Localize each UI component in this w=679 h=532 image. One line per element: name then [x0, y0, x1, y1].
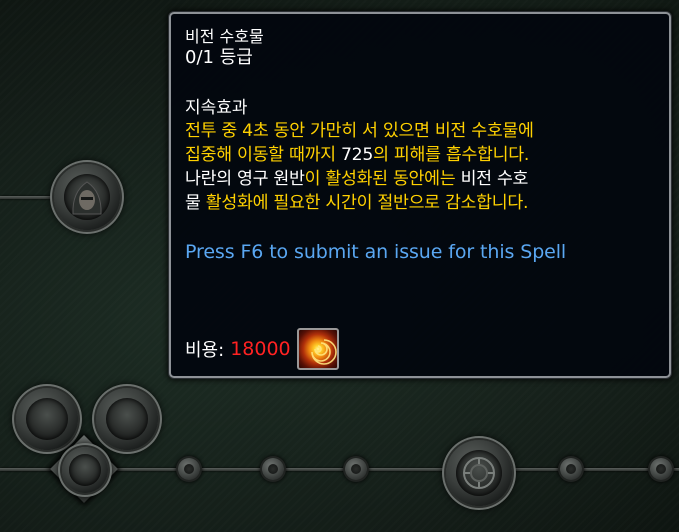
rune-icon	[106, 398, 148, 440]
arcane-swirl-icon	[296, 328, 339, 370]
cost-value: 18000	[230, 338, 291, 360]
description-text: 전투 중 4초 동안 가만히 서 있으면 비전 수호물에	[185, 121, 534, 141]
talent-path-dot[interactable]	[178, 458, 200, 480]
rune-icon	[26, 398, 68, 440]
submit-issue-hint: Press F6 to submit an issue for this Spe…	[185, 241, 567, 263]
description-text: 집중해 이동할 때까지	[185, 145, 341, 165]
description-line: 물 활성화에 필요한 시간이 절반으로 감소합니다.	[185, 191, 655, 215]
linked-talent-name: 나란의 영구 원반	[185, 169, 305, 189]
talent-connector-top	[0, 196, 60, 199]
talent-node-hooded-figure[interactable]	[54, 164, 120, 230]
talent-path-dot[interactable]	[560, 458, 582, 480]
description-text: 이 활성화된 동안에는	[304, 169, 461, 189]
absorb-amount: 725	[340, 145, 374, 165]
effect-heading: 지속효과	[185, 98, 248, 118]
talent-node-rune-left[interactable]	[16, 388, 78, 450]
rune-icon	[69, 454, 101, 486]
description-text: 활성화에 필요한 시간이 절반으로 감소합니다.	[200, 193, 529, 213]
spell-tooltip: 비전 수호물 0/1 등급 지속효과 전투 중 4초 동안 가만히 서 있으면 …	[169, 12, 671, 378]
description-text: 의 피해를 흡수합니다.	[373, 145, 530, 165]
hooded-figure-icon	[64, 174, 110, 220]
talent-path-dot[interactable]	[345, 458, 367, 480]
cost-row: 비용: 18000	[185, 326, 339, 372]
talent-node-rune-right[interactable]	[96, 388, 158, 450]
description-line: 집중해 이동할 때까지 725의 피해를 흡수합니다.	[185, 143, 655, 167]
linked-spell-name: 비전 수호	[460, 169, 529, 189]
talent-path-dot[interactable]	[262, 458, 284, 480]
cost-label: 비용:	[185, 340, 225, 361]
spell-name: 비전 수호물	[185, 27, 264, 46]
spell-description: 전투 중 4초 동안 가만히 서 있으면 비전 수호물에 집중해 이동할 때까지…	[185, 119, 655, 215]
talent-path-dot[interactable]	[650, 458, 672, 480]
talent-node-choice-center[interactable]	[62, 447, 108, 493]
linked-spell-name: 물	[185, 193, 201, 213]
spell-rank: 0/1 등급	[185, 47, 253, 68]
description-line: 전투 중 4초 동안 가만히 서 있으면 비전 수호물에	[185, 119, 655, 143]
talent-node-seal[interactable]	[446, 440, 512, 506]
seal-icon	[456, 450, 502, 496]
description-line: 나란의 영구 원반이 활성화된 동안에는 비전 수호	[185, 167, 655, 191]
